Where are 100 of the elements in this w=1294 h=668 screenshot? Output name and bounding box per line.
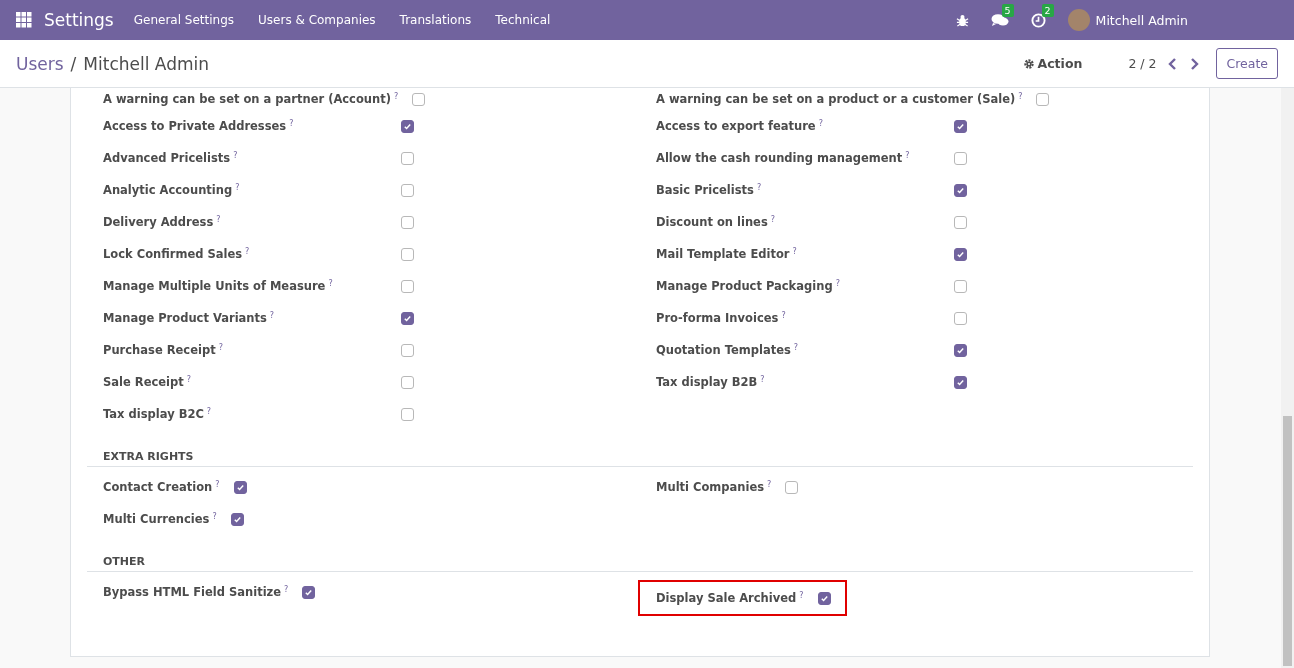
- field-label: Display Sale Archived: [656, 591, 797, 605]
- help-tooltip-mark[interactable]: ?: [328, 279, 333, 288]
- checkbox[interactable]: [401, 407, 414, 421]
- checkmark-icon: [403, 121, 412, 131]
- help-tooltip-mark[interactable]: ?: [284, 585, 289, 594]
- checkbox[interactable]: [230, 512, 244, 526]
- checkbox[interactable]: [401, 151, 414, 165]
- apps-grid-icon[interactable]: [16, 12, 32, 28]
- menu-item[interactable]: Translations: [399, 13, 472, 27]
- checkmark-icon: [232, 514, 242, 524]
- field-label: Sale Receipt: [103, 375, 184, 389]
- help-tooltip-mark[interactable]: ?: [835, 279, 840, 288]
- checkbox[interactable]: [401, 279, 414, 293]
- help-tooltip-mark[interactable]: ?: [289, 119, 294, 128]
- clock-icon[interactable]: [1030, 12, 1046, 28]
- field-label: Access to Private Addresses: [103, 119, 287, 133]
- checkbox[interactable]: [954, 279, 967, 293]
- field-label: Tax display B2B: [656, 375, 758, 389]
- checkbox[interactable]: [401, 183, 414, 197]
- breadcrumb: Mitchell Admin: [83, 53, 209, 74]
- chat-icon[interactable]: [990, 13, 1009, 27]
- help-tooltip-mark[interactable]: ?: [760, 375, 765, 384]
- field-label: Bypass HTML Field Sanitize: [103, 585, 282, 599]
- breadcrumb-link[interactable]: Users: [16, 53, 64, 74]
- field-label: Tax display B2C: [103, 407, 204, 421]
- field-label: Mail Template Editor: [656, 247, 790, 261]
- chevron-left-icon[interactable]: [1168, 57, 1179, 70]
- field-label: Discount on lines: [656, 215, 768, 229]
- field-label: Access to export feature: [656, 119, 816, 133]
- help-tooltip-mark[interactable]: ?: [212, 512, 217, 521]
- help-tooltip-mark[interactable]: ?: [767, 480, 772, 489]
- checkbox[interactable]: [954, 343, 967, 357]
- help-tooltip-mark[interactable]: ?: [792, 247, 797, 256]
- field-label: Manage Multiple Units of Measure: [103, 279, 326, 293]
- field-label: Analytic Accounting: [103, 183, 233, 197]
- help-tooltip-mark[interactable]: ?: [269, 311, 275, 320]
- checkmark-icon: [403, 313, 412, 323]
- help-tooltip-mark[interactable]: ?: [245, 247, 250, 256]
- checkbox[interactable]: [401, 343, 414, 357]
- checkbox[interactable]: [412, 92, 426, 106]
- help-tooltip-mark[interactable]: ?: [756, 183, 762, 192]
- field-label: Lock Confirmed Sales: [103, 247, 243, 261]
- help-tooltip-mark[interactable]: ?: [216, 215, 221, 224]
- user-name[interactable]: Mitchell Admin: [1095, 12, 1188, 28]
- checkmark-icon: [956, 377, 965, 387]
- checkbox[interactable]: [817, 591, 831, 605]
- checkbox[interactable]: [401, 375, 414, 389]
- field-label: Allow the cash rounding management: [656, 151, 903, 165]
- checkbox[interactable]: [954, 215, 967, 229]
- chevron-right-icon[interactable]: [1189, 57, 1200, 70]
- checkbox[interactable]: [401, 311, 414, 325]
- checkmark-icon: [304, 587, 314, 597]
- help-tooltip-mark[interactable]: ?: [186, 375, 191, 384]
- help-tooltip-mark[interactable]: ?: [218, 343, 223, 352]
- help-tooltip-mark[interactable]: ?: [233, 151, 238, 160]
- help-tooltip-mark[interactable]: ?: [235, 183, 240, 192]
- help-tooltip-mark[interactable]: ?: [905, 151, 910, 160]
- checkmark-icon: [819, 593, 829, 603]
- avatar[interactable]: [1067, 9, 1090, 31]
- field-label: Manage Product Variants: [103, 311, 267, 325]
- checkbox[interactable]: [954, 247, 967, 261]
- menu-item[interactable]: Users & Companies: [258, 13, 376, 27]
- field-label: Contact Creation: [103, 480, 213, 494]
- checkbox[interactable]: [233, 480, 247, 494]
- create-button[interactable]: Create: [1216, 48, 1278, 79]
- field-label: Basic Pricelists: [656, 183, 754, 197]
- help-tooltip-mark[interactable]: ?: [206, 407, 212, 416]
- help-tooltip-mark[interactable]: ?: [215, 480, 220, 489]
- help-tooltip-mark[interactable]: ?: [770, 215, 775, 224]
- checkbox[interactable]: [302, 585, 316, 599]
- help-tooltip-mark[interactable]: ?: [793, 343, 799, 352]
- section-heading: EXTRA RIGHTS: [102, 449, 195, 465]
- checkbox[interactable]: [401, 119, 414, 133]
- checkbox[interactable]: [954, 151, 967, 165]
- help-tooltip-mark[interactable]: ?: [393, 92, 399, 101]
- help-tooltip-mark[interactable]: ?: [1018, 92, 1023, 101]
- checkbox[interactable]: [785, 480, 799, 494]
- checkbox[interactable]: [954, 375, 967, 389]
- help-tooltip-mark[interactable]: ?: [781, 311, 786, 320]
- checkbox[interactable]: [954, 183, 967, 197]
- field-label: Purchase Receipt: [103, 343, 216, 357]
- app-name[interactable]: Settings: [44, 10, 114, 30]
- menu-item[interactable]: General Settings: [133, 13, 235, 27]
- bug-icon[interactable]: [955, 13, 969, 27]
- checkbox[interactable]: [401, 247, 414, 261]
- scrollbar[interactable]: [1281, 88, 1294, 668]
- checkbox[interactable]: [401, 215, 414, 229]
- checkbox[interactable]: [954, 119, 967, 133]
- scrollbar-thumb[interactable]: [1283, 416, 1292, 666]
- field-label: A warning can be set on a partner (Account): [103, 92, 391, 106]
- help-tooltip-mark[interactable]: ?: [799, 591, 804, 600]
- checkbox[interactable]: [1036, 92, 1050, 106]
- checkmark-icon: [235, 482, 245, 492]
- pager-counter: 2 / 2: [1128, 56, 1157, 71]
- gear-icon: [1022, 57, 1035, 70]
- checkmark-icon: [956, 249, 965, 259]
- menu-item[interactable]: Technical: [495, 13, 551, 27]
- checkbox[interactable]: [954, 311, 967, 325]
- action-button[interactable]: Action: [1022, 56, 1083, 71]
- help-tooltip-mark[interactable]: ?: [818, 119, 823, 128]
